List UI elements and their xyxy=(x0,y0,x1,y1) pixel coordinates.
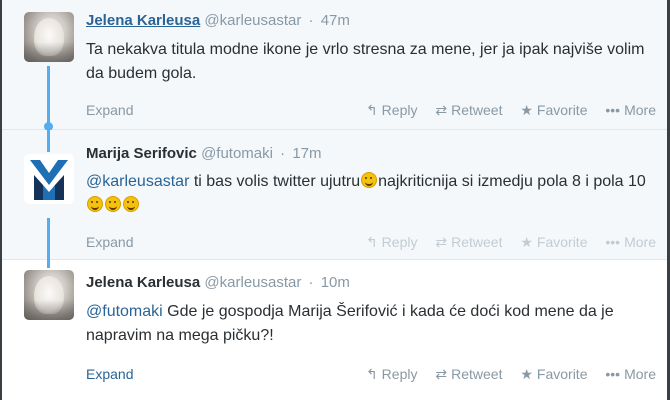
more-button[interactable]: ••• More xyxy=(605,102,656,118)
timestamp[interactable]: 47m xyxy=(321,12,350,29)
reply-button[interactable]: ↰ Reply xyxy=(366,102,418,119)
conversation-line xyxy=(47,218,50,260)
laughing-tears-emoji-icon xyxy=(87,196,103,212)
timestamp[interactable]: 10m xyxy=(321,274,350,291)
expand-link[interactable]: Expand xyxy=(86,234,133,250)
conversation-line xyxy=(47,66,50,130)
smile-emoji-icon xyxy=(123,196,139,212)
grin-emoji-icon xyxy=(361,172,378,188)
username[interactable]: @karleusastar xyxy=(204,274,301,291)
retweet-icon: ⇄ xyxy=(435,366,448,382)
mention-link[interactable]: @futomaki xyxy=(86,303,163,320)
tweet-header: Jelena Karleusa @karleusastar · 47m xyxy=(86,12,350,29)
grin-emoji-icon xyxy=(105,196,121,212)
tweet-item[interactable]: Marija Serifovic @futomaki · 17m @karleu… xyxy=(2,130,667,260)
retweet-button[interactable]: ⇄ Retweet xyxy=(435,366,502,383)
tweet-actions: ↰ Reply ⇄ Retweet ★ Favorite ••• More xyxy=(352,366,656,383)
reply-arrow-icon: ↰ xyxy=(365,234,378,250)
star-icon: ★ xyxy=(520,102,533,118)
conversation-line xyxy=(47,260,50,268)
tweet-text: @karleusastar ti bas volis twitter ujutr… xyxy=(86,170,646,218)
retweet-button[interactable]: ⇄ Retweet xyxy=(435,234,502,251)
username[interactable]: @futomaki xyxy=(201,145,273,162)
star-icon: ★ xyxy=(520,234,533,250)
tweet-actions: ↰ Reply ⇄ Retweet ★ Favorite ••• More xyxy=(352,234,656,251)
conversation-line xyxy=(47,130,50,152)
favorite-button[interactable]: ★ Favorite xyxy=(520,234,587,251)
favorite-button[interactable]: ★ Favorite xyxy=(520,102,587,119)
tweet-header: Jelena Karleusa @karleusastar · 10m xyxy=(86,274,350,291)
retweet-icon: ⇄ xyxy=(435,102,448,118)
reply-arrow-icon: ↰ xyxy=(365,366,378,382)
reply-button[interactable]: ↰ Reply xyxy=(366,234,418,251)
avatar[interactable] xyxy=(24,270,74,320)
ellipsis-icon: ••• xyxy=(605,234,621,250)
star-icon: ★ xyxy=(520,366,533,382)
username[interactable]: @karleusastar xyxy=(204,12,301,29)
ellipsis-icon: ••• xyxy=(605,102,621,118)
tweet-item[interactable]: Jelena Karleusa @karleusastar · 10m @fut… xyxy=(2,260,667,400)
reply-button[interactable]: ↰ Reply xyxy=(366,366,418,383)
expand-link[interactable]: Expand xyxy=(86,102,133,118)
ellipsis-icon: ••• xyxy=(605,366,621,382)
favorite-button[interactable]: ★ Favorite xyxy=(520,366,587,383)
mention-link[interactable]: @karleusastar xyxy=(86,173,189,190)
avatar[interactable] xyxy=(24,12,74,62)
timestamp[interactable]: 17m xyxy=(292,145,321,162)
display-name[interactable]: Jelena Karleusa xyxy=(86,12,200,29)
separator-dot: · xyxy=(308,12,314,29)
retweet-icon: ⇄ xyxy=(435,234,448,250)
tweet-header: Marija Serifovic @futomaki · 17m xyxy=(86,145,322,162)
reply-arrow-icon: ↰ xyxy=(365,102,378,118)
display-name[interactable]: Marija Serifovic xyxy=(86,145,197,162)
more-button[interactable]: ••• More xyxy=(605,366,656,382)
display-name[interactable]: Jelena Karleusa xyxy=(86,274,200,291)
m-logo-icon xyxy=(30,160,68,200)
separator-dot: · xyxy=(280,145,286,162)
tweet-item[interactable]: Jelena Karleusa @karleusastar · 47m Ta n… xyxy=(2,0,667,131)
expand-link[interactable]: Expand xyxy=(86,366,133,382)
retweet-button[interactable]: ⇄ Retweet xyxy=(435,102,502,119)
more-button[interactable]: ••• More xyxy=(605,234,656,250)
tweet-text: @futomaki Gde je gospodja Marija Šerifov… xyxy=(86,303,614,344)
tweet-actions: ↰ Reply ⇄ Retweet ★ Favorite ••• More xyxy=(352,102,656,119)
separator-dot: · xyxy=(308,274,314,291)
tweet-text: Ta nekakva titula modne ikone je vrlo st… xyxy=(86,41,645,82)
avatar[interactable] xyxy=(24,154,74,204)
